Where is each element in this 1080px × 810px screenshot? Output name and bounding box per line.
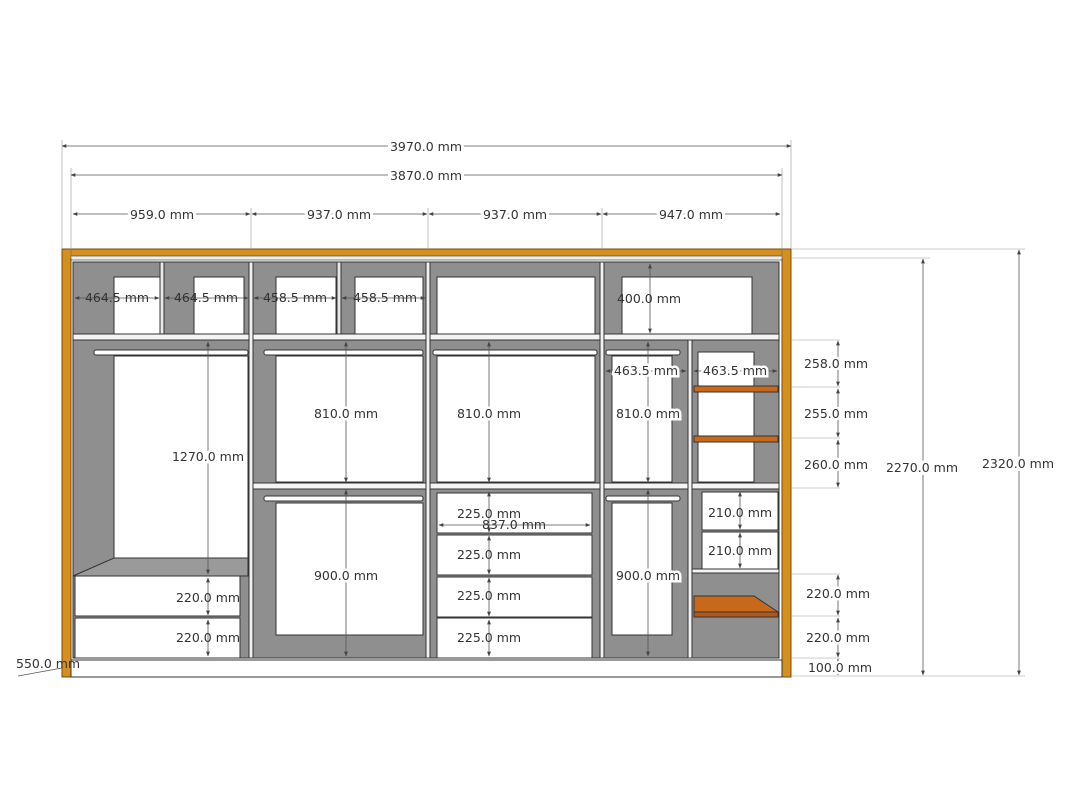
bay-3-width-label: 937.0 mm <box>483 207 547 222</box>
hanging-rail <box>432 349 598 356</box>
shelf <box>429 482 603 490</box>
top-4-height-label: 400.0 mm <box>617 291 681 306</box>
wardrobe-elevation-drawing: 3970.0 mm 3870.0 mm 959.0 mm 937.0 mm 93… <box>16 136 1057 678</box>
divider <box>248 261 254 659</box>
wood-shelf <box>693 435 779 443</box>
bay-4-width-label: 947.0 mm <box>659 207 723 222</box>
top-1b-label: 464.5 mm <box>174 290 238 305</box>
top-1a-label: 464.5 mm <box>85 290 149 305</box>
overall-width-label: 3970.0 mm <box>390 139 462 154</box>
lower-gap-1-label: 220.0 mm <box>806 586 870 601</box>
bay2-hang-lower-label: 900.0 mm <box>314 568 378 583</box>
bay-2-width-label: 937.0 mm <box>307 207 371 222</box>
wood-shelf <box>693 611 779 618</box>
hanging-rail <box>605 349 681 356</box>
divider <box>599 261 605 659</box>
bay4-hang-upper-label: 810.0 mm <box>616 406 680 421</box>
bay4-drawer-2-label: 210.0 mm <box>708 543 772 558</box>
lower-gap-2-label: 220.0 mm <box>806 630 870 645</box>
bay1-drawer-1-label: 220.0 mm <box>176 590 240 605</box>
bay-4 <box>603 261 780 659</box>
bay3-hang-label: 810.0 mm <box>457 406 521 421</box>
bay1-drawer-2-label: 220.0 mm <box>176 630 240 645</box>
right-side-panel <box>781 248 792 678</box>
inner-width-label: 3870.0 mm <box>390 168 462 183</box>
bay4-drawer-1-label: 210.0 mm <box>708 505 772 520</box>
shelf-gap-3-label: 260.0 mm <box>804 457 868 472</box>
plinth <box>70 659 783 678</box>
bay2-hang-upper-label: 810.0 mm <box>314 406 378 421</box>
hanging-rail <box>605 495 681 502</box>
shelf-gap-2-label: 255.0 mm <box>804 406 868 421</box>
bay4-left-width-label: 463.5 mm <box>614 363 678 378</box>
shelf <box>603 482 691 490</box>
bay3-drawer-2-label: 225.0 mm <box>457 547 521 562</box>
hanging-rail <box>263 349 424 356</box>
bay-1-width-label: 959.0 mm <box>130 207 194 222</box>
wood-shelf <box>693 385 779 393</box>
depth-label: 550.0 mm <box>16 656 80 671</box>
bay4-right-width-label: 463.5 mm <box>703 363 767 378</box>
hanging-rail <box>93 349 249 356</box>
bay4-hang-lower-label: 900.0 mm <box>616 568 680 583</box>
divider <box>425 261 431 659</box>
top-2a-label: 458.5 mm <box>263 290 327 305</box>
shelf <box>252 333 427 341</box>
shelf <box>72 333 252 341</box>
bay-2 <box>252 261 427 659</box>
top-2b-label: 458.5 mm <box>353 290 417 305</box>
shelf <box>691 482 780 490</box>
bay3-drawer-4-label: 225.0 mm <box>457 630 521 645</box>
bay1-hang-label: 1270.0 mm <box>172 449 244 464</box>
left-side-panel <box>61 248 72 678</box>
shelf <box>429 333 603 341</box>
bay3-drawer-3-label: 225.0 mm <box>457 588 521 603</box>
shelf <box>252 482 427 490</box>
bay3-drawer-width-label: 837.0 mm <box>482 517 546 532</box>
inner-height-label: 2270.0 mm <box>886 460 958 475</box>
plinth-label: 100.0 mm <box>808 660 872 675</box>
divider <box>687 339 693 659</box>
shelf <box>603 333 780 341</box>
shelf-gap-1-label: 258.0 mm <box>804 356 868 371</box>
hanging-rail <box>263 495 424 502</box>
overall-height-label: 2320.0 mm <box>982 456 1054 471</box>
